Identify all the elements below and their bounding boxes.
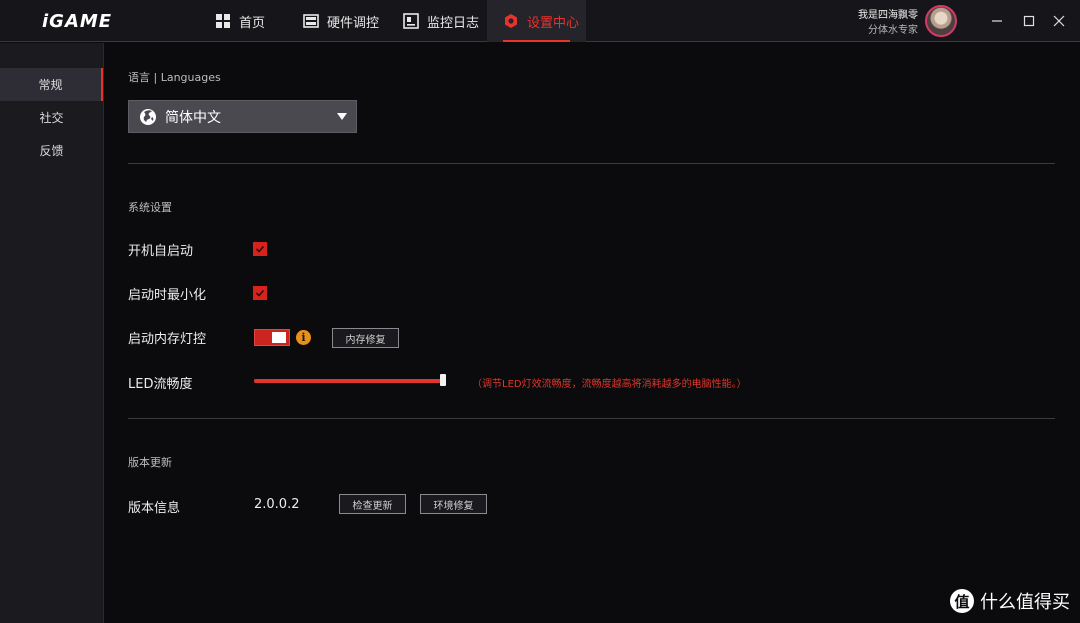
watermark: 值 什么值得买 <box>950 588 1070 614</box>
watermark-logo: 值 <box>950 589 974 613</box>
close-button[interactable] <box>1050 12 1068 30</box>
tab-settings-label: 设置中心 <box>527 15 580 31</box>
language-select-value: 简体中文 <box>165 109 221 126</box>
tab-home-label: 首页 <box>239 15 266 31</box>
minimize-on-start-checkbox[interactable] <box>253 286 267 300</box>
user-subtitle: 分体水专家 <box>868 25 918 36</box>
led-smooth-hint: （调节LED灯效流畅度，流畅度越高将消耗越多的电脑性能。） <box>472 379 747 390</box>
led-smooth-slider-track[interactable] <box>254 379 446 383</box>
sidebar: 常规 社交 反馈 <box>0 43 104 623</box>
tab-hardware-label: 硬件调控 <box>327 15 380 31</box>
minimize-icon <box>992 20 1002 22</box>
system-section-label: 系统设置 <box>128 201 172 214</box>
globe-icon <box>140 108 156 125</box>
tab-home[interactable]: 首页 <box>200 0 286 42</box>
version-value: 2.0.0.2 <box>254 497 300 512</box>
sidebar-item-general[interactable]: 常规 <box>0 68 103 101</box>
tab-settings[interactable]: 设置中心 <box>487 0 586 42</box>
title-bar: iGAME 首页 硬件调控 监控日志 设置中心 我是四海飘零 分体水专家 <box>0 0 1080 42</box>
settings-hexagon-icon <box>505 14 517 28</box>
user-info[interactable]: 我是四海飘零 分体水专家 <box>858 8 918 38</box>
led-smooth-slider-fill <box>254 379 446 383</box>
divider <box>128 418 1055 419</box>
maximize-button[interactable] <box>1020 12 1038 30</box>
version-label: 版本信息 <box>128 501 181 516</box>
env-repair-button[interactable]: 环境修复 <box>420 494 487 514</box>
language-select[interactable]: 简体中文 <box>128 100 357 133</box>
igame-logo: iGAME <box>42 11 112 31</box>
tab-monitor-log-label: 监控日志 <box>427 15 480 31</box>
svg-text:iGAME: iGAME <box>42 11 112 31</box>
memory-led-label: 启动内存灯控 <box>128 332 207 347</box>
autostart-label: 开机自启动 <box>128 244 194 259</box>
led-smooth-label: LED流畅度 <box>128 377 193 392</box>
check-icon <box>255 245 265 253</box>
language-section-label: 语言 | Languages <box>128 71 221 84</box>
autostart-checkbox[interactable] <box>253 242 267 256</box>
divider <box>128 163 1055 164</box>
user-name: 我是四海飘零 <box>858 10 918 21</box>
sidebar-item-feedback[interactable]: 反馈 <box>0 134 103 167</box>
avatar[interactable] <box>925 5 957 37</box>
info-icon[interactable]: i <box>296 330 311 345</box>
update-section-label: 版本更新 <box>128 456 172 469</box>
memory-led-toggle[interactable] <box>254 329 290 346</box>
led-smooth-slider-handle[interactable] <box>440 374 446 386</box>
grid-icon <box>216 14 230 28</box>
minimize-button[interactable] <box>988 12 1006 30</box>
memory-fix-button[interactable]: 内存修复 <box>332 328 399 348</box>
tab-monitor-log[interactable]: 监控日志 <box>388 0 486 42</box>
close-icon <box>1053 15 1065 27</box>
maximize-icon <box>1023 15 1035 27</box>
minimize-on-start-label: 启动时最小化 <box>128 288 207 303</box>
monitor-log-icon <box>403 13 419 29</box>
toggle-knob <box>272 332 286 343</box>
hardware-icon <box>303 14 319 28</box>
tab-hardware[interactable]: 硬件调控 <box>288 0 388 42</box>
chevron-down-icon <box>337 113 347 120</box>
watermark-text: 什么值得买 <box>980 592 1070 613</box>
sidebar-item-social[interactable]: 社交 <box>0 101 103 134</box>
check-icon <box>255 289 265 297</box>
check-update-button[interactable]: 检查更新 <box>339 494 406 514</box>
